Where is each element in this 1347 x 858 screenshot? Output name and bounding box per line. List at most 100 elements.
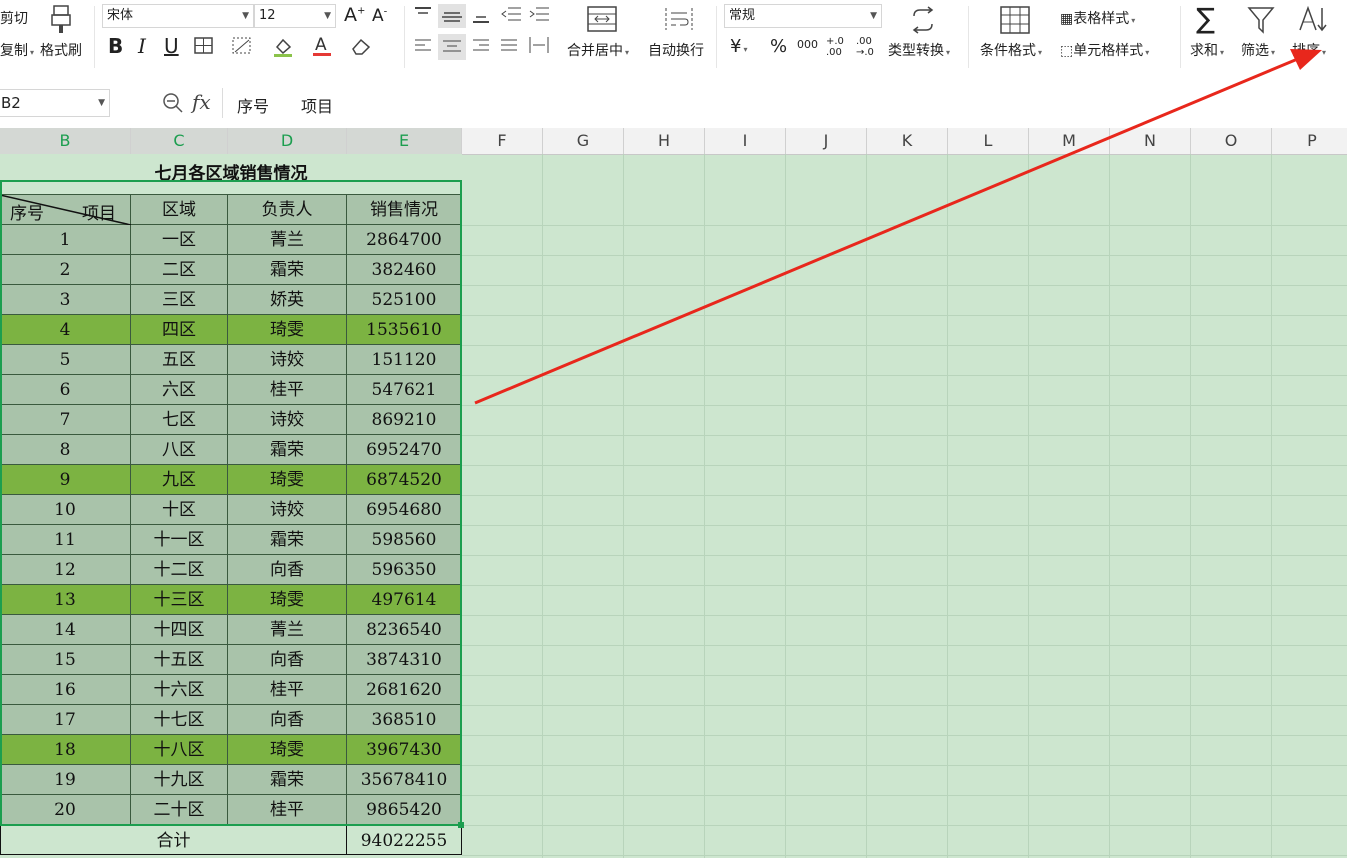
type-convert-button[interactable]: 类型转换 ▾ [888, 40, 950, 60]
fill-color-icon[interactable] [272, 36, 294, 62]
cell-owner[interactable]: 桂平 [228, 375, 347, 405]
formula-input[interactable]: 序号 项目 [222, 88, 1347, 118]
header-owner[interactable]: 负责人 [228, 195, 347, 225]
cell-no[interactable]: 15 [0, 645, 131, 675]
total-label-cell[interactable]: 合计 [0, 825, 347, 855]
cell-region[interactable]: 十七区 [131, 705, 228, 735]
increase-font-icon[interactable]: A+ [344, 4, 365, 26]
cell-sales[interactable]: 525100 [347, 285, 462, 315]
cell-no[interactable]: 3 [0, 285, 131, 315]
cell-sales[interactable]: 547621 [347, 375, 462, 405]
table-style-button[interactable]: ▦表格样式 ▾ [1060, 8, 1135, 28]
copy-button[interactable]: 复制 ▾ [0, 40, 34, 60]
decrease-font-icon[interactable]: A- [372, 6, 387, 26]
align-left-icon[interactable] [414, 38, 432, 58]
merge-center-button[interactable]: 合并居中 ▾ [567, 40, 629, 60]
cell-owner[interactable]: 娇英 [228, 285, 347, 315]
type-convert-icon[interactable] [908, 6, 938, 38]
number-format-select[interactable]: 常规 ▼ [724, 4, 882, 28]
cell-region[interactable]: 十八区 [131, 735, 228, 765]
border-icon[interactable] [194, 37, 214, 59]
cell-owner[interactable]: 琦雯 [228, 585, 347, 615]
cell-owner[interactable]: 琦雯 [228, 315, 347, 345]
cell-region[interactable]: 四区 [131, 315, 228, 345]
cell-region[interactable]: 十区 [131, 495, 228, 525]
cell-owner[interactable]: 琦雯 [228, 735, 347, 765]
align-right-icon[interactable] [472, 38, 490, 58]
column-header-n[interactable]: N [1110, 128, 1191, 154]
cell-no[interactable]: 8 [0, 435, 131, 465]
increase-decimal-icon[interactable]: +.0 .00 [826, 36, 850, 58]
cell-no[interactable]: 7 [0, 405, 131, 435]
cell-region[interactable]: 九区 [131, 465, 228, 495]
table-title[interactable]: 七月各区域销售情况 [0, 154, 462, 195]
cut-button[interactable]: 剪切 [0, 8, 28, 28]
column-header-f[interactable]: F [462, 128, 543, 154]
sum-icon[interactable]: ∑ [1196, 2, 1215, 35]
cell-owner[interactable]: 桂平 [228, 675, 347, 705]
cell-region[interactable]: 十一区 [131, 525, 228, 555]
cell-region[interactable]: 二区 [131, 255, 228, 285]
sum-button[interactable]: 求和 ▾ [1190, 40, 1224, 60]
underline-icon[interactable]: U [164, 34, 179, 58]
cell-no[interactable]: 5 [0, 345, 131, 375]
cell-region[interactable]: 二十区 [131, 795, 228, 825]
column-header-p[interactable]: P [1272, 128, 1347, 154]
merge-center-icon[interactable] [587, 6, 617, 36]
cell-owner[interactable]: 菁兰 [228, 225, 347, 255]
cell-no[interactable]: 10 [0, 495, 131, 525]
column-header-h[interactable]: H [624, 128, 705, 154]
align-bottom-icon[interactable] [472, 6, 490, 28]
cell-region[interactable]: 十五区 [131, 645, 228, 675]
column-header-j[interactable]: J [786, 128, 867, 154]
cell-sales[interactable]: 9865420 [347, 795, 462, 825]
cell-no[interactable]: 13 [0, 585, 131, 615]
corner-header-cell[interactable]: 序号 项目 [0, 195, 131, 225]
cell-sales[interactable]: 869210 [347, 405, 462, 435]
cell-no[interactable]: 4 [0, 315, 131, 345]
sort-button[interactable]: 排序 ▾ [1292, 40, 1326, 60]
distribute-icon[interactable] [528, 36, 550, 58]
column-header-m[interactable]: M [1029, 128, 1110, 154]
cell-owner[interactable]: 桂平 [228, 795, 347, 825]
cell-sales[interactable]: 598560 [347, 525, 462, 555]
justify-icon[interactable] [500, 38, 518, 58]
cell-sales[interactable]: 3874310 [347, 645, 462, 675]
cell-owner[interactable]: 诗姣 [228, 405, 347, 435]
align-top-icon[interactable] [414, 6, 432, 26]
total-value-cell[interactable]: 94022255 [347, 825, 462, 855]
align-middle-icon[interactable] [438, 4, 466, 28]
conditional-format-button[interactable]: 条件格式 ▾ [980, 40, 1042, 60]
cell-sales[interactable]: 6954680 [347, 495, 462, 525]
cell-owner[interactable]: 霜荣 [228, 525, 347, 555]
cell-sales[interactable]: 497614 [347, 585, 462, 615]
cell-region[interactable]: 十六区 [131, 675, 228, 705]
spreadsheet-grid[interactable]: BCDEFGHIJKLMNOP 七月各区域销售情况 序号 项目 区域 负责人 销… [0, 128, 1347, 858]
cell-sales[interactable]: 1535610 [347, 315, 462, 345]
cell-region[interactable]: 七区 [131, 405, 228, 435]
column-header-o[interactable]: O [1191, 128, 1272, 154]
cell-owner[interactable]: 诗姣 [228, 495, 347, 525]
column-header-k[interactable]: K [867, 128, 948, 154]
column-header-b[interactable]: B [0, 128, 131, 154]
cell-sales[interactable]: 382460 [347, 255, 462, 285]
cell-sales[interactable]: 368510 [347, 705, 462, 735]
cell-no[interactable]: 16 [0, 675, 131, 705]
cell-owner[interactable]: 诗姣 [228, 345, 347, 375]
column-header-l[interactable]: L [948, 128, 1029, 154]
cell-sales[interactable]: 2864700 [347, 225, 462, 255]
cell-owner[interactable]: 菁兰 [228, 615, 347, 645]
cell-style-button[interactable]: ⬚单元格样式 ▾ [1060, 40, 1149, 60]
cell-no[interactable]: 12 [0, 555, 131, 585]
cell-region[interactable]: 三区 [131, 285, 228, 315]
header-sales[interactable]: 销售情况 [347, 195, 462, 225]
cell-no[interactable]: 18 [0, 735, 131, 765]
increase-indent-icon[interactable] [528, 6, 550, 28]
cell-sales[interactable]: 8236540 [347, 615, 462, 645]
cell-sales[interactable]: 151120 [347, 345, 462, 375]
cell-region[interactable]: 八区 [131, 435, 228, 465]
wrap-text-icon[interactable] [664, 6, 694, 36]
decrease-decimal-icon[interactable]: .00 →.0 [856, 36, 880, 58]
sort-icon[interactable] [1298, 5, 1328, 38]
cell-owner[interactable]: 霜荣 [228, 255, 347, 285]
